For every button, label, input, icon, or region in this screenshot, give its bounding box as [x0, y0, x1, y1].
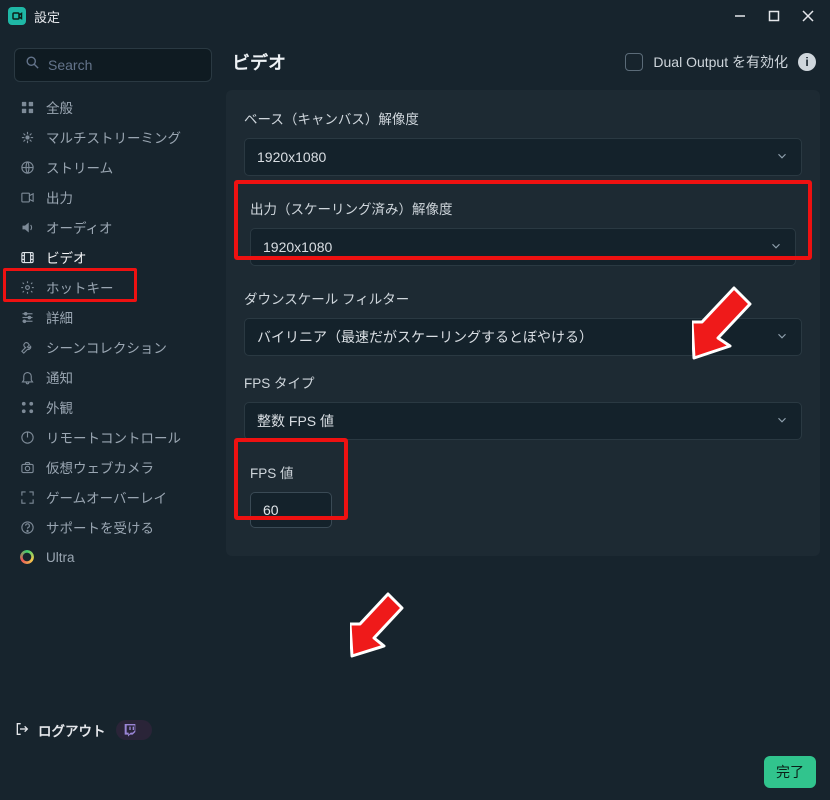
output-resolution-label: 出力（スケーリング済み）解像度 — [250, 198, 796, 218]
nav-list: 全般 マルチストリーミング ストリーム 出力 オーディオ ビデオ — [8, 92, 218, 572]
nav-label: マルチストリーミング — [46, 127, 181, 147]
nav-label: 出力 — [46, 187, 73, 207]
chevron-down-icon — [775, 149, 789, 166]
gear-icon — [18, 280, 36, 295]
appearance-icon — [18, 400, 36, 415]
logout-label: ログアウト — [38, 720, 106, 740]
account-chip[interactable] — [116, 720, 152, 740]
downscale-filter-select[interactable]: バイリニア（最速だがスケーリングするとぼやける） — [244, 318, 802, 356]
search-field[interactable] — [14, 48, 212, 82]
fps-type-label: FPS タイプ — [244, 372, 802, 392]
nav-support[interactable]: サポートを受ける — [10, 512, 216, 542]
field-base-resolution: ベース（キャンバス）解像度 1920x1080 — [244, 108, 802, 176]
base-resolution-select[interactable]: 1920x1080 — [244, 138, 802, 176]
nav-label: ゲームオーバーレイ — [46, 487, 167, 507]
fps-type-select[interactable]: 整数 FPS 値 — [244, 402, 802, 440]
page-title: ビデオ — [232, 49, 286, 75]
field-fps-value: FPS 値 60 — [244, 456, 802, 528]
fps-value-label: FPS 値 — [250, 462, 796, 482]
info-icon[interactable]: i — [798, 53, 816, 71]
nav-hotkeys[interactable]: ホットキー — [10, 272, 216, 302]
nav-multistreaming[interactable]: マルチストリーミング — [10, 122, 216, 152]
multistream-icon — [18, 130, 36, 145]
bell-icon — [18, 370, 36, 385]
dual-output-label: Dual Output を有効化 — [653, 52, 788, 72]
nav-label: 仮想ウェブカメラ — [46, 457, 154, 477]
output-resolution-value: 1920x1080 — [263, 239, 332, 255]
fps-value-text: 60 — [263, 502, 279, 518]
logout-button[interactable]: ログアウト — [14, 720, 106, 740]
nav-appearance[interactable]: 外観 — [10, 392, 216, 422]
chevron-down-icon — [769, 239, 783, 256]
nav-label: オーディオ — [46, 217, 113, 237]
nav-label: ビデオ — [46, 247, 87, 267]
grid-icon — [18, 100, 36, 115]
nav-remote-control[interactable]: リモートコントロール — [10, 422, 216, 452]
nav-stream[interactable]: ストリーム — [10, 152, 216, 182]
app-logo-icon — [8, 7, 26, 25]
twitch-icon — [122, 722, 138, 738]
field-fps-type: FPS タイプ 整数 FPS 値 — [244, 372, 802, 440]
wrench-icon — [18, 340, 36, 355]
window-title: 設定 — [34, 7, 60, 26]
nav-label: シーンコレクション — [46, 337, 167, 357]
nav-advanced[interactable]: 詳細 — [10, 302, 216, 332]
nav-audio[interactable]: オーディオ — [10, 212, 216, 242]
nav-output[interactable]: 出力 — [10, 182, 216, 212]
chevron-down-icon — [775, 329, 789, 346]
nav-ultra[interactable]: Ultra — [10, 542, 216, 572]
camera-icon — [18, 460, 36, 475]
field-downscale-filter: ダウンスケール フィルター バイリニア（最速だがスケーリングするとぼやける） — [244, 288, 802, 356]
window-close-button[interactable] — [794, 3, 822, 29]
fps-type-value: 整数 FPS 値 — [257, 411, 334, 431]
nav-scene-collections[interactable]: シーンコレクション — [10, 332, 216, 362]
video-settings-panel: ベース（キャンバス）解像度 1920x1080 出力（スケーリング済み）解像度 … — [226, 90, 820, 556]
search-input[interactable] — [48, 57, 229, 73]
output-icon — [18, 190, 36, 205]
globe-icon — [18, 160, 36, 175]
titlebar: 設定 — [0, 0, 830, 32]
nav-video[interactable]: ビデオ — [10, 242, 216, 272]
field-output-resolution: 出力（スケーリング済み）解像度 1920x1080 — [244, 192, 802, 272]
nav-label: 全般 — [46, 97, 73, 117]
window-minimize-button[interactable] — [726, 3, 754, 29]
sidebar: 全般 マルチストリーミング ストリーム 出力 オーディオ ビデオ — [8, 42, 218, 748]
nav-virtual-webcam[interactable]: 仮想ウェブカメラ — [10, 452, 216, 482]
audio-icon — [18, 220, 36, 235]
logout-icon — [14, 721, 30, 740]
downscale-filter-value: バイリニア（最速だがスケーリングするとぼやける） — [257, 327, 593, 347]
video-icon — [18, 250, 36, 265]
fps-value-input[interactable]: 60 — [250, 492, 332, 528]
window-maximize-button[interactable] — [760, 3, 788, 29]
nav-label: 通知 — [46, 367, 73, 387]
expand-icon — [18, 490, 36, 505]
nav-label: 外観 — [46, 397, 73, 417]
search-icon — [25, 55, 40, 75]
power-icon — [18, 430, 36, 445]
nav-label: サポートを受ける — [46, 517, 154, 537]
nav-label: ホットキー — [46, 277, 114, 297]
base-resolution-value: 1920x1080 — [257, 149, 326, 165]
ultra-icon — [18, 550, 36, 564]
main-area: ビデオ Dual Output を有効化 i ベース（キャンバス）解像度 192… — [226, 44, 820, 748]
base-resolution-label: ベース（キャンバス）解像度 — [244, 108, 802, 128]
downscale-filter-label: ダウンスケール フィルター — [244, 288, 802, 308]
nav-label: 詳細 — [46, 307, 73, 327]
nav-label: リモートコントロール — [46, 427, 181, 447]
nav-label: ストリーム — [46, 157, 113, 177]
chevron-down-icon — [775, 413, 789, 430]
nav-game-overlay[interactable]: ゲームオーバーレイ — [10, 482, 216, 512]
nav-label: Ultra — [46, 550, 75, 565]
help-icon — [18, 520, 36, 535]
done-button[interactable]: 完了 — [764, 756, 816, 788]
dual-output-checkbox[interactable] — [625, 53, 643, 71]
nav-general[interactable]: 全般 — [10, 92, 216, 122]
output-resolution-select[interactable]: 1920x1080 — [250, 228, 796, 266]
sliders-icon — [18, 310, 36, 325]
nav-notifications[interactable]: 通知 — [10, 362, 216, 392]
